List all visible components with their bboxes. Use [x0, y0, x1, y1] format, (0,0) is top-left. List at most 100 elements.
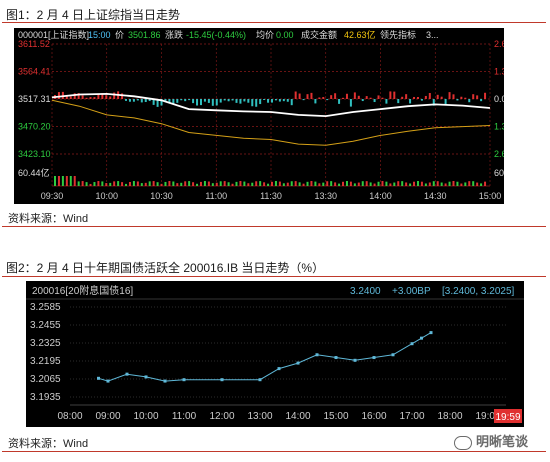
volume-bar	[259, 181, 262, 186]
volume-bar	[211, 183, 214, 186]
figure1-source: 资料来源：Wind	[8, 213, 89, 225]
y-left-tick: 3564.41	[18, 67, 51, 77]
chart1-background	[14, 28, 504, 204]
x-tick: 13:00	[247, 411, 272, 422]
lead-indicator-bar	[259, 99, 262, 105]
volume-bar	[480, 183, 483, 186]
lead-indicator-bar	[140, 99, 143, 103]
lead-indicator-bar	[203, 99, 206, 102]
lead-indicator-bar	[365, 96, 368, 99]
lead-indicator-bar	[271, 99, 273, 103]
volume-bar	[160, 183, 163, 186]
volume-bar	[369, 182, 372, 186]
volume-bar	[128, 181, 131, 186]
lead-indicator-bar	[436, 94, 439, 99]
volume-bar	[65, 176, 68, 186]
header-avg-label: 均价	[256, 29, 274, 40]
y-left-tick: 3611.52	[18, 39, 50, 49]
lead-indicator-bar	[211, 99, 214, 106]
x-tick: 10:00	[95, 191, 118, 201]
y-tick: 3.1935	[30, 392, 61, 403]
lead-indicator-bar	[57, 92, 60, 99]
yield-point	[334, 356, 338, 360]
volume-bar	[322, 182, 325, 186]
lead-indicator-bar	[381, 97, 384, 99]
stock-index-chart: 000001[上证指数]15:00 价 3501.86 涨跌 -15.45(-0.44%…	[14, 28, 504, 204]
lead-indicator-bar	[223, 99, 226, 101]
x-tick: 10:00	[133, 411, 158, 422]
yield-point	[220, 378, 224, 382]
volume-bar	[357, 182, 360, 186]
header-range: [3.2400, 3.2025]	[442, 286, 515, 297]
lead-indicator-bar	[243, 99, 246, 102]
volume-bar	[381, 181, 384, 186]
lead-indicator-bar	[302, 99, 305, 101]
header-change: -15.45(-0.44%)	[186, 30, 246, 40]
yield-point	[163, 379, 167, 383]
volume-bar	[231, 183, 234, 186]
yield-point	[97, 376, 100, 380]
lead-indicator-bar	[405, 94, 408, 99]
volume-bar	[73, 176, 76, 186]
lead-indicator-bar	[448, 92, 451, 99]
y-tick: 3.2065	[30, 374, 61, 385]
y-left-tick: 3470.20	[18, 122, 51, 132]
volume-bar	[69, 176, 72, 186]
lead-indicator-bar	[357, 95, 360, 99]
volume-bar	[239, 181, 242, 186]
yield-point	[353, 358, 357, 362]
volume-bar	[456, 181, 459, 186]
volume-bar	[345, 181, 348, 186]
lead-indicator-bar	[342, 97, 345, 99]
yield-point	[420, 336, 423, 340]
volume-bar	[314, 181, 317, 186]
figure1-source-rule	[2, 226, 546, 227]
lead-indicator-bar	[199, 99, 202, 106]
lead-indicator-bar	[377, 95, 380, 99]
volume-bar	[306, 181, 309, 186]
header-lead-value: 3...	[426, 30, 439, 40]
lead-indicator-bar	[184, 99, 187, 102]
volume-bar	[409, 183, 412, 186]
volume-bar	[199, 181, 202, 186]
volume-bar	[235, 181, 238, 186]
y-right-tick: 2.68%	[494, 39, 504, 49]
volume-bar	[416, 181, 419, 186]
x-tick: 16:00	[361, 411, 386, 422]
volume-bar	[263, 182, 266, 186]
x-tick: 14:30	[424, 191, 447, 201]
yield-point	[429, 331, 433, 335]
x-tick: 11:00	[205, 191, 227, 201]
x-tick: 12:00	[209, 411, 234, 422]
volume-bar	[334, 182, 337, 186]
volume-bar	[286, 182, 289, 186]
volume-bar	[326, 181, 329, 186]
volume-bar	[61, 176, 64, 186]
lead-indicator-bar	[192, 99, 195, 104]
volume-bar	[125, 183, 128, 186]
volume-bar	[136, 181, 139, 186]
figure2-source: 资料来源：Wind	[8, 438, 89, 450]
volume-bar	[318, 183, 321, 186]
lead-indicator-bar	[389, 91, 392, 99]
wechat-icon	[454, 435, 472, 450]
volume-bar	[168, 181, 171, 186]
yield-point	[391, 353, 395, 357]
y-tick: 3.2195	[30, 356, 61, 367]
volume-bar	[57, 176, 60, 186]
volume-bar	[117, 181, 120, 186]
lead-indicator-bar	[176, 99, 179, 103]
volume-bar	[393, 182, 396, 186]
yield-point	[182, 378, 186, 382]
volume-bar	[290, 181, 293, 186]
volume-bar	[468, 181, 471, 186]
bond-yield-chart: 200016[20附息国债16] 3.2400 +3.00BP [3.2400, 3.…	[26, 281, 524, 427]
x-tick: 17:00	[399, 411, 424, 422]
volume-bar	[81, 181, 84, 186]
y-right-tick: 2.68%	[494, 149, 504, 159]
header-avg: 0.00	[276, 30, 294, 40]
volume-bar	[420, 181, 423, 186]
y-tick: 3.2585	[30, 302, 61, 313]
figure2-source-rule	[2, 451, 546, 452]
volume-bar	[365, 181, 368, 186]
